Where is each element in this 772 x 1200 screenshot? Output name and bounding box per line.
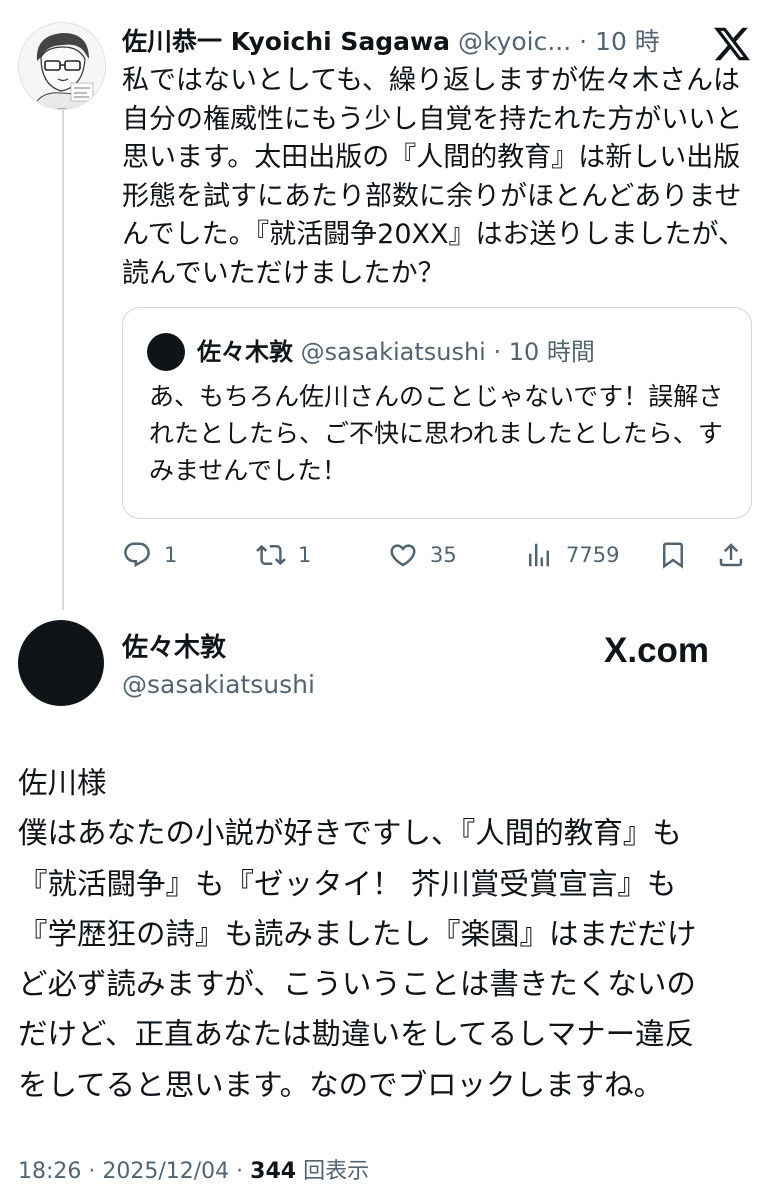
quoted-post-card[interactable]: 佐々木敦 @sasakiatsushi · 10 時間 あ、もちろん佐川さんのこ…: [122, 307, 752, 519]
reply-author-handle[interactable]: @kyoic...: [458, 27, 571, 56]
quote-author-name[interactable]: 佐々木敦: [197, 338, 293, 366]
bookmark-button[interactable]: [658, 530, 700, 580]
avatar-sagawa[interactable]: [18, 22, 106, 110]
main-author-handle[interactable]: @sasakiatsushi: [122, 665, 315, 705]
reply-icon: [124, 542, 150, 568]
main-text-line: 佐川様: [18, 766, 107, 800]
main-text-line: だけど、正直あなたは勘違いをしてるしマナー違反: [18, 1017, 695, 1052]
quote-text: あ、もちろん佐川さんのことじゃないです！誤解されたとしたら、ご不快に思われました…: [149, 382, 724, 485]
bookmark-icon: [663, 542, 683, 569]
quote-time[interactable]: 10 時間: [509, 338, 595, 366]
views-count: 7759: [566, 543, 620, 567]
reply-author-name[interactable]: 佐川恭一 Kyoichi Sagawa: [122, 27, 450, 56]
repost-button[interactable]: 1: [256, 530, 311, 580]
reply-button[interactable]: 1: [122, 530, 177, 580]
reply-action-bar: 1 1 35 7759: [122, 530, 752, 580]
thread-connector-line: [62, 110, 64, 610]
share-button[interactable]: [716, 530, 758, 580]
x-com-logo: X.com: [604, 631, 709, 670]
main-author-avatar[interactable]: [18, 620, 104, 706]
views-button[interactable]: 7759: [524, 530, 619, 580]
reply-separator: ·: [579, 27, 588, 56]
like-button[interactable]: 35: [388, 530, 457, 580]
reply-header: 佐川恭一 Kyoichi Sagawa @kyoic... · 10 時間: [122, 22, 662, 62]
main-text-line: ど必ず読みますが、こういうことは書きたくないの: [18, 967, 696, 1002]
x-logo-glyph: [714, 27, 751, 61]
main-text-line: をしてると思います。なのでブロックしますね。: [18, 1067, 664, 1102]
quote-author-avatar[interactable]: [147, 333, 185, 371]
x-logo-icon[interactable]: [712, 24, 752, 64]
reply-text: 私ではないとしても、繰り返しますが佐々木さんは自分の権威性にもう少し自覚を持たれ…: [122, 65, 745, 289]
views-icon: [529, 543, 549, 567]
x-com-brand: X.com: [604, 624, 744, 676]
main-post-text: 佐川様 僕はあなたの小説が好きですし、『人間的教育』も 『就活闘争』も『ゼッタイ…: [18, 758, 758, 1110]
repost-count: 1: [298, 543, 312, 567]
reply-count: 1: [164, 543, 178, 567]
main-text-line: 『学歴狂の詩』も読みましたし『楽園』はまだだけ: [18, 916, 697, 951]
post-meta: 18:26 · 2025/12/04 · 344 回表示: [18, 1152, 369, 1192]
avatar-portrait-illustration: [19, 23, 105, 109]
quote-header: 佐々木敦 @sasakiatsushi · 10 時間: [197, 331, 595, 373]
like-count: 35: [430, 543, 457, 567]
main-text-line: 僕はあなたの小説が好きですし、『人間的教育』も: [18, 816, 682, 851]
like-icon: [390, 544, 416, 567]
share-icon: [719, 543, 743, 567]
reply-time[interactable]: 10 時間: [595, 27, 662, 56]
post-timestamp[interactable]: 18:26 · 2025/12/04 ·: [18, 1159, 243, 1184]
repost-icon: [256, 544, 286, 566]
post-view-count: 344: [250, 1159, 297, 1184]
quote-separator: ·: [493, 338, 502, 366]
x-com-text: X.com: [604, 631, 709, 670]
post-view-label: 回表示: [303, 1159, 370, 1184]
main-author-name[interactable]: 佐々木敦: [122, 628, 226, 668]
main-text-line: 『就活闘争』も『ゼッタイ！ 芥川賞受賞宣言』も: [18, 866, 677, 901]
quote-author-handle[interactable]: @sasakiatsushi: [301, 338, 486, 366]
